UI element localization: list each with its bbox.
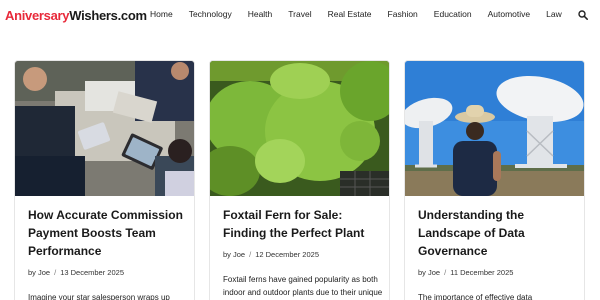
author-link[interactable]: Joe [38, 268, 50, 277]
post-thumbnail-business-meeting[interactable] [15, 61, 194, 196]
post-meta: by Joe /11 December 2025 [418, 268, 578, 277]
post-meta: by Joe /13 December 2025 [28, 268, 188, 277]
logo-text-part1: Aniversary [5, 8, 70, 23]
post-excerpt: The importance of effective data [418, 293, 533, 300]
nav-item-automotive[interactable]: Automotive [488, 9, 531, 19]
nav-item-real-estate[interactable]: Real Estate [328, 9, 372, 19]
main-nav: Home Technology Health Travel Real Estat… [150, 9, 578, 19]
post-excerpt: Foxtail ferns have gained popularity as … [223, 275, 383, 297]
site-header: AniversaryWishers.com Home Technology He… [0, 0, 600, 32]
nav-item-technology[interactable]: Technology [189, 9, 232, 19]
nav-item-law[interactable]: Law [546, 9, 562, 19]
post-thumbnail-radio-telescopes[interactable] [405, 61, 584, 196]
post-title[interactable]: How Accurate Commission Payment Boosts T… [28, 206, 188, 260]
post-date: 12 December 2025 [255, 250, 319, 259]
nav-item-health[interactable]: Health [248, 9, 273, 19]
meta-separator: / [54, 268, 57, 277]
nav-item-education[interactable]: Education [434, 9, 472, 19]
post-card: Foxtail Fern for Sale: Finding the Perfe… [209, 60, 390, 300]
author-link[interactable]: Joe [428, 268, 440, 277]
author-link[interactable]: Joe [233, 250, 245, 259]
author-prefix: by [28, 268, 36, 277]
post-date: 11 December 2025 [450, 268, 514, 277]
site-logo[interactable]: AniversaryWishers.com [5, 8, 147, 23]
post-excerpt: Imagine your star salesperson wraps up [28, 293, 170, 300]
nav-item-travel[interactable]: Travel [288, 9, 311, 19]
search-icon[interactable] [578, 10, 588, 20]
meta-separator: / [444, 268, 447, 277]
logo-text-part3: .com [117, 8, 147, 23]
author-prefix: by [223, 250, 231, 259]
meta-separator: / [249, 250, 252, 259]
post-thumbnail-foxtail-fern[interactable] [210, 61, 389, 196]
post-card: Understanding the Landscape of Data Gove… [404, 60, 585, 300]
post-meta: by Joe /12 December 2025 [223, 250, 383, 259]
post-title[interactable]: Foxtail Fern for Sale: Finding the Perfe… [223, 206, 383, 242]
post-title[interactable]: Understanding the Landscape of Data Gove… [418, 206, 578, 260]
nav-item-fashion[interactable]: Fashion [388, 9, 418, 19]
nav-item-home[interactable]: Home [150, 9, 173, 19]
logo-text-part2: Wishers [69, 8, 118, 23]
post-date: 13 December 2025 [60, 268, 124, 277]
author-prefix: by [418, 268, 426, 277]
post-card: How Accurate Commission Payment Boosts T… [14, 60, 195, 300]
